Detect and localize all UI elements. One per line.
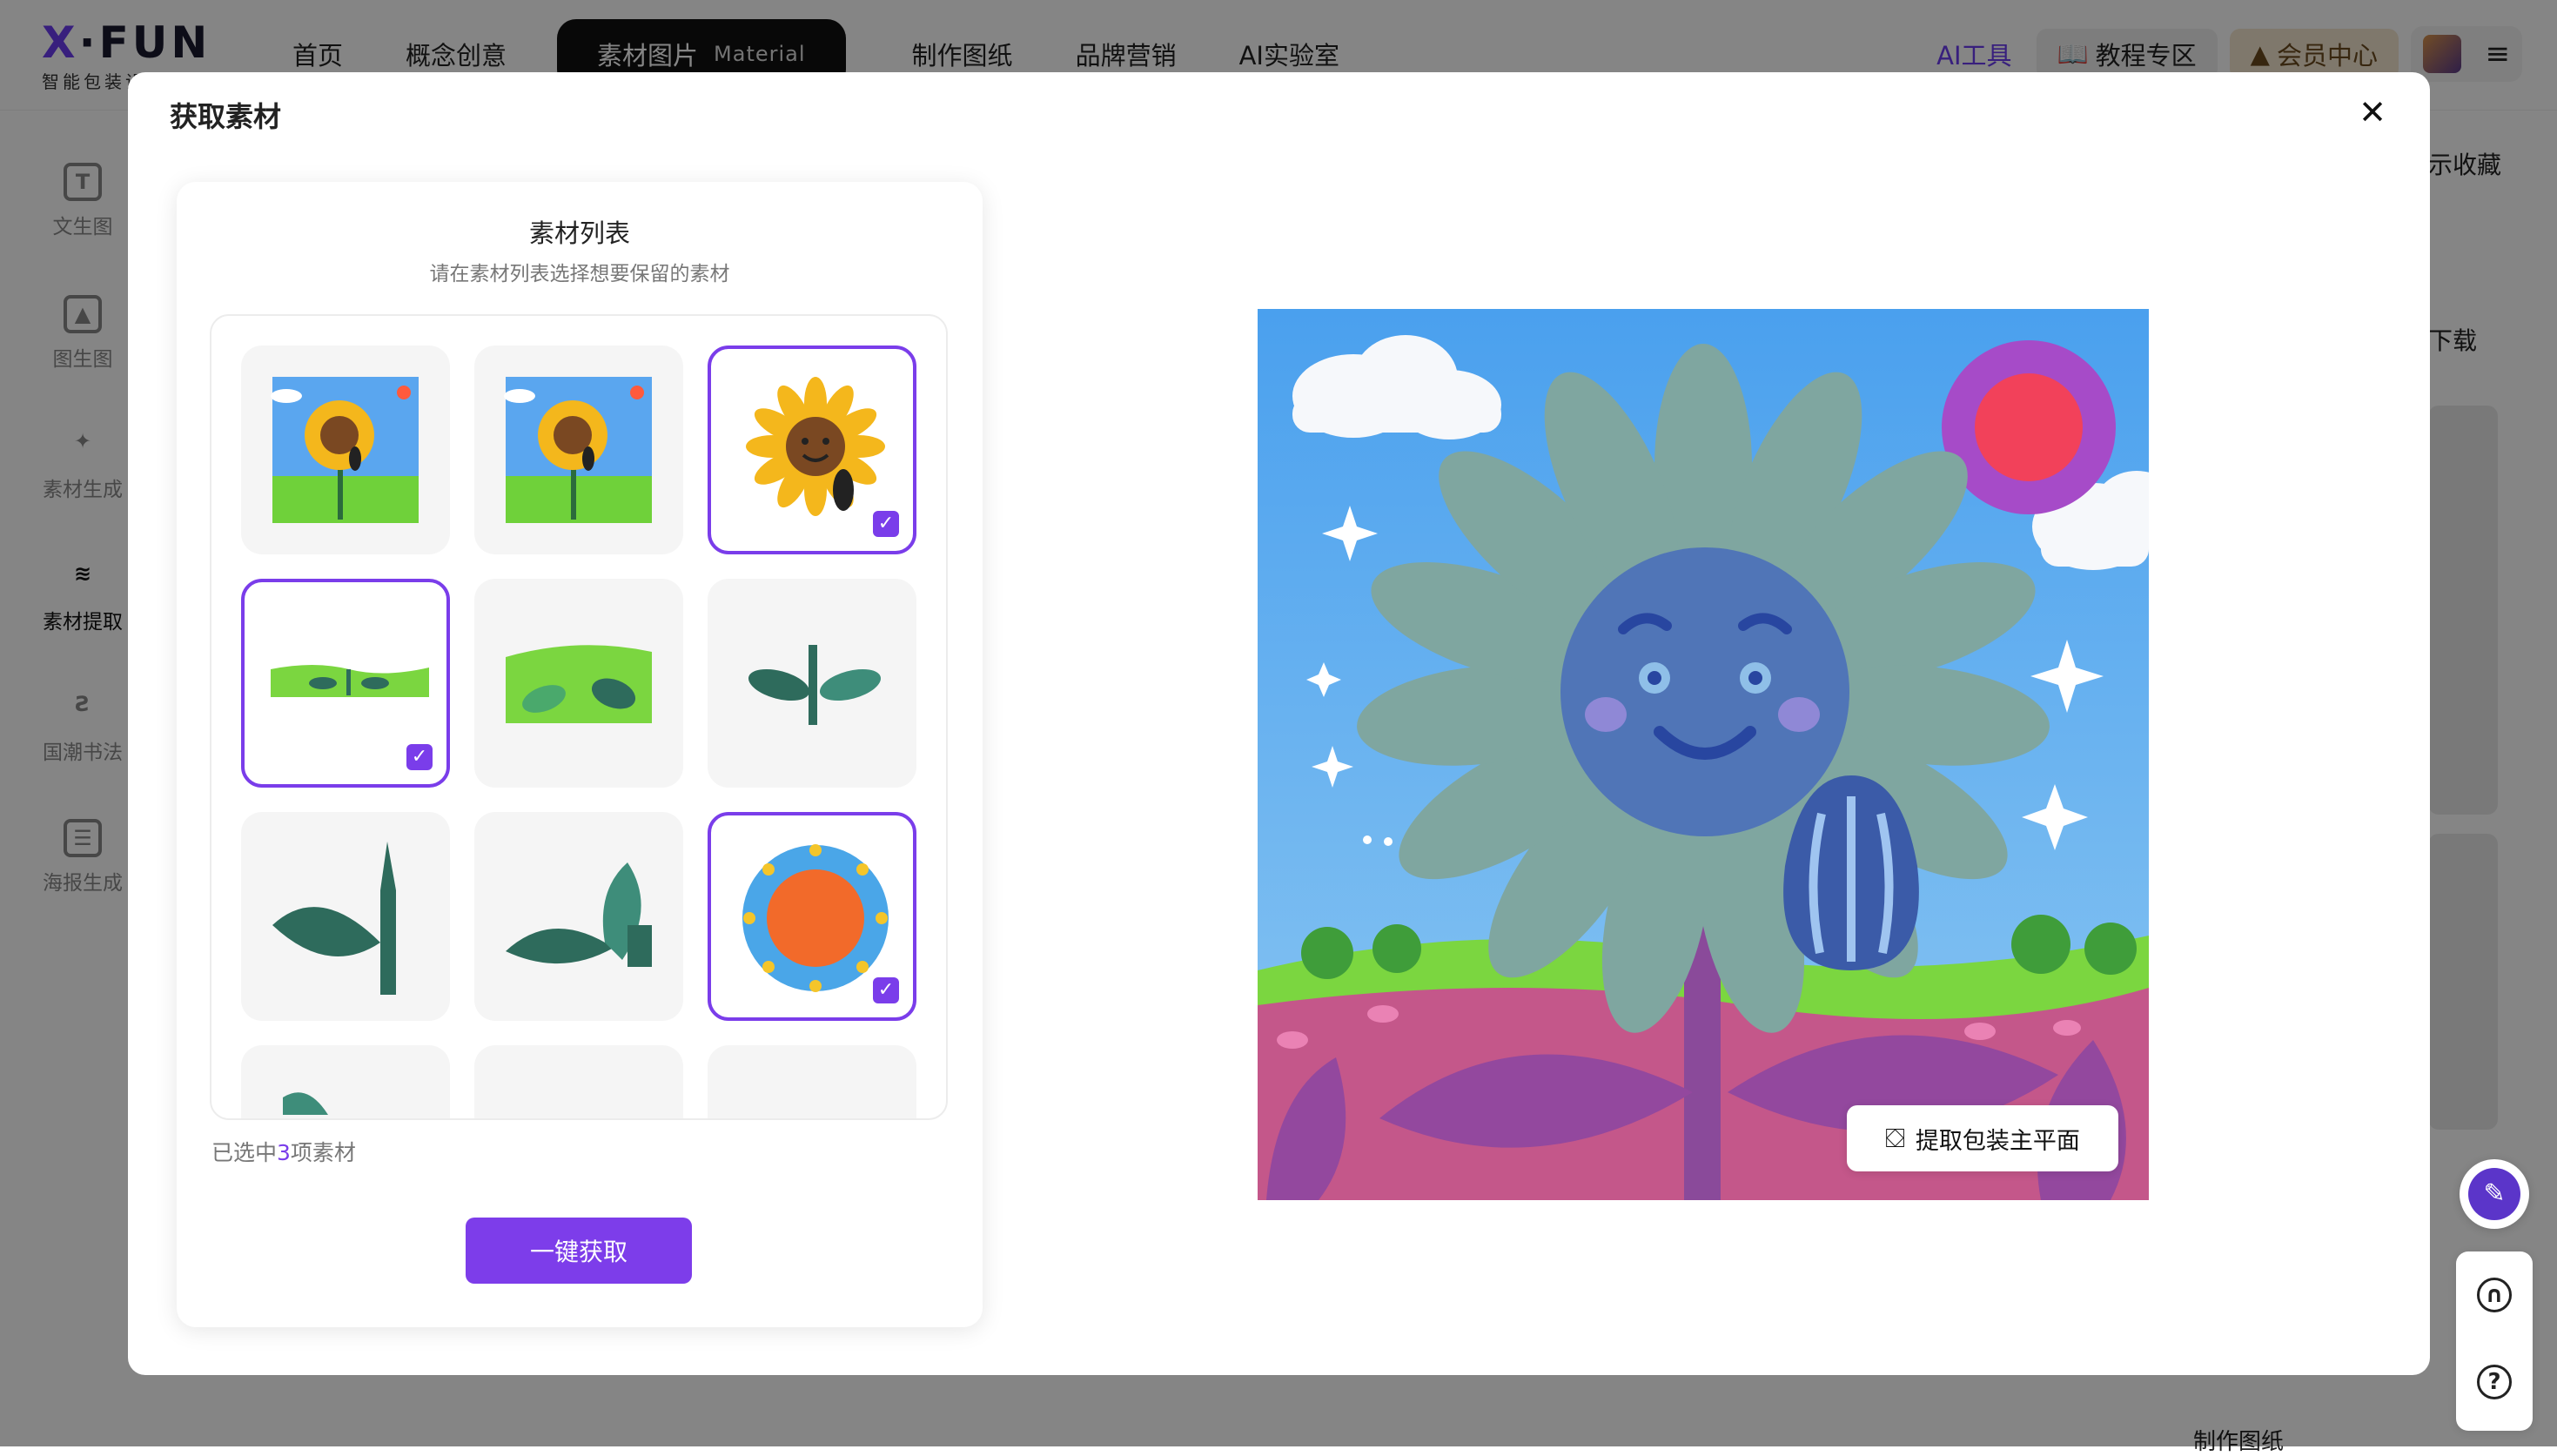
material-tile-partial-empty[interactable] — [474, 1045, 683, 1118]
material-tile-sunflower-face[interactable]: ✓ — [708, 346, 916, 554]
close-icon[interactable]: ✕ — [2353, 93, 2392, 131]
selected-suffix: 项素材 — [290, 1140, 356, 1165]
checkbox-checked-icon[interactable]: ✓ — [873, 977, 899, 1003]
material-tile-leaves-pair[interactable] — [474, 812, 683, 1021]
material-tile-sun[interactable]: ✓ — [708, 812, 916, 1021]
panel-title: 素材列表 — [528, 218, 630, 248]
panel-subtitle: 请在素材列表选择想要保留的素材 — [429, 263, 730, 285]
extract-main-surface-button[interactable]: ⛋ 提取包装主平面 — [1847, 1105, 2118, 1171]
full-scene-copy-thumb — [504, 377, 652, 523]
help-panel: ∩ ? — [2456, 1251, 2533, 1431]
get-all-button[interactable]: 一键获取 — [466, 1218, 692, 1284]
selected-prefix: 已选中 — [211, 1140, 278, 1165]
material-tile-grass-field[interactable] — [474, 579, 683, 788]
material-grid[interactable]: ✓ ✓ ✓ — [210, 314, 948, 1120]
selected-count: 3 — [277, 1140, 291, 1165]
material-tile-full-scene-copy[interactable] — [474, 346, 683, 554]
stem-leaves-thumb — [748, 645, 882, 725]
material-tile-full-scene[interactable] — [241, 346, 450, 554]
grass-field-thumb — [506, 645, 652, 723]
material-tile-partial-leaf[interactable] — [241, 1045, 450, 1118]
sunflower-preview-illustration — [1258, 309, 2149, 1200]
material-tile-stem-leaves[interactable] — [708, 579, 916, 788]
material-list-panel: 素材列表 请在素材列表选择想要保留的素材 ✓ ✓ ✓ 已选中3项素材 一键获取 — [177, 182, 983, 1327]
modal-title: 获取素材 — [170, 100, 282, 133]
full-scene-thumb — [271, 377, 419, 523]
get-material-modal: 获取素材 ✕ 素材列表 请在素材列表选择想要保留的素材 ✓ ✓ ✓ 已选中3项素… — [128, 72, 2430, 1375]
headset-icon[interactable]: ∩ — [2477, 1278, 2512, 1312]
stem-leaf-large-thumb — [272, 842, 396, 995]
extract-button-label: 提取包装主平面 — [1915, 1127, 2080, 1155]
assistant-button[interactable]: ✎ — [2460, 1159, 2529, 1229]
help-icon[interactable]: ? — [2477, 1365, 2512, 1399]
checkbox-checked-icon[interactable]: ✓ — [406, 744, 433, 770]
preview-image — [1258, 309, 2149, 1200]
checkbox-checked-icon[interactable]: ✓ — [873, 511, 899, 537]
material-tile-grass-strip[interactable]: ✓ — [241, 579, 450, 788]
partial-leaf-thumb — [283, 1092, 328, 1115]
material-tile-partial-empty[interactable] — [708, 1045, 916, 1118]
package-icon: ⛋ — [1885, 1123, 1905, 1154]
assistant-icon: ✎ — [2468, 1168, 2520, 1220]
leaves-pair-thumb — [506, 862, 652, 967]
selected-count-text: 已选中3项素材 — [211, 1136, 356, 1167]
material-tile-stem-leaf-large[interactable] — [241, 812, 450, 1021]
